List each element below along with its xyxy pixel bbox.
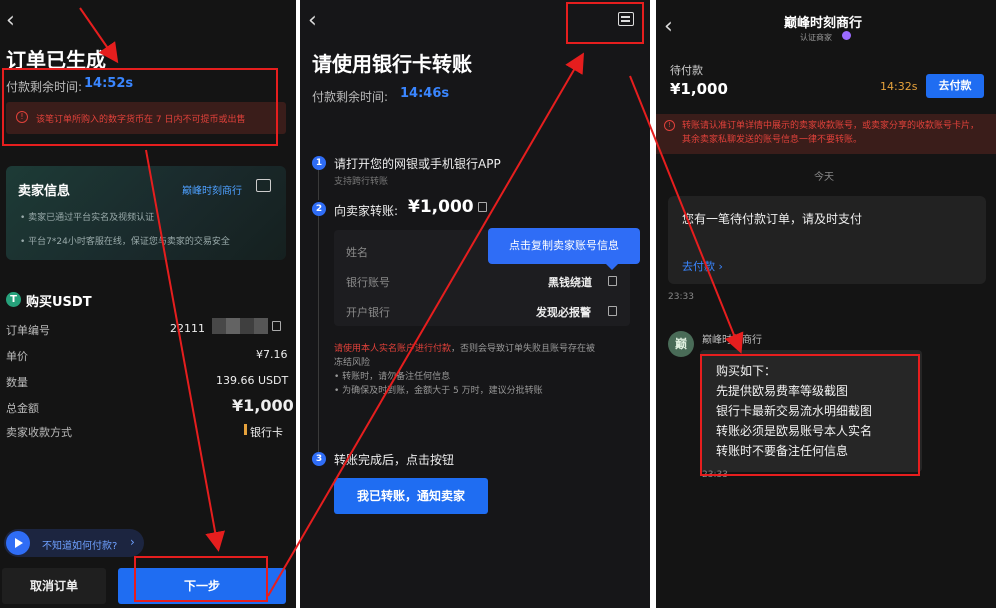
usdt-icon: T — [6, 292, 21, 307]
info-icon: ! — [664, 120, 675, 131]
timer-value: 14:52s — [84, 76, 134, 91]
pending-label: 待付款 — [670, 64, 703, 77]
day-divider: 今天 — [814, 172, 834, 183]
warning-banner: ! 转账请认准订单详情中展示的卖家收款账号，或卖家分享的收款账号卡片，其余卖家私… — [656, 114, 996, 154]
warning-banner: ! 该笔订单所购入的数字货币在 7 日内不可提币或出售 — [6, 102, 286, 134]
timer-value: 14:46s — [400, 86, 450, 101]
help-text: 不知道如何付款? — [42, 541, 118, 552]
pending-timer: 14:32s — [880, 80, 918, 93]
card-text: 您有一笔待付款订单，请及时支付 — [682, 212, 863, 226]
page-title: 订单已生成 — [6, 48, 106, 72]
row-label: 单价 — [6, 350, 28, 363]
merchant-subtitle: 认证商家 — [800, 33, 832, 42]
info-icon: ! — [16, 111, 28, 123]
bubble-line: 转账时不要备注任何信息 — [716, 444, 849, 458]
bubble-line: 银行卡最新交易流水明细截图 — [716, 404, 873, 418]
merchant-name: 巅峰时刻商行 — [784, 16, 863, 31]
copy-tooltip[interactable]: 点击复制卖家账号信息 — [488, 228, 640, 270]
bubble-line: 购买如下： — [716, 364, 777, 378]
warning-text: 该笔订单所购入的数字货币在 7 日内不可提币或出售 — [36, 115, 246, 125]
step-title: 向卖家转账: — [334, 204, 399, 218]
card-pay-link[interactable]: 去付款 › — [682, 258, 723, 274]
panel-bank-transfer: ‹ 请使用银行卡转账 付款剩余时间: 14:46s 1 请打开您的网银或手机银行… — [300, 0, 650, 608]
chat-bubble: 购买如下： 先提供欧易费率等级截图 银行卡最新交易流水明细截图 转账必须是欧易账… — [700, 350, 922, 472]
row-label: 卖家收款方式 — [6, 426, 72, 439]
message-time: 23:33 — [668, 292, 694, 302]
next-step-button[interactable]: 下一步 — [118, 568, 286, 604]
go-pay-button[interactable]: 去付款 — [926, 74, 984, 98]
panel-chat: ‹ 巅峰时刻商行 认证商家 待付款 ¥1,000 14:32s 去付款 ! 转账… — [656, 0, 996, 608]
bank-account-value: 黑钱绕道 — [548, 276, 592, 289]
avatar: 巅 — [668, 331, 694, 357]
timer-label: 付款剩余时间: — [312, 90, 389, 104]
copy-icon[interactable] — [272, 321, 281, 331]
order-number: 22111 — [170, 322, 205, 335]
step-title: 转账完成后，点击按钮 — [334, 453, 455, 467]
notify-seller-button[interactable]: 我已转账，通知卖家 — [334, 478, 488, 514]
chevron-right-icon: › — [130, 535, 135, 549]
seller-bullet: • 卖家已通过平台实名及视频认证 — [20, 213, 155, 223]
field-label: 开户银行 — [346, 306, 390, 319]
step-connector — [318, 170, 319, 200]
help-pill[interactable]: 不知道如何付款? › — [4, 529, 144, 557]
row-label: 数量 — [6, 376, 28, 389]
row-value: ¥7.16 — [256, 348, 288, 361]
step-number: 1 — [312, 156, 326, 170]
total-amount: ¥1,000 — [232, 396, 294, 415]
row-label: 订单编号 — [6, 324, 50, 337]
verified-icon — [842, 31, 851, 40]
panel-order-created: ‹ 订单已生成 付款剩余时间: 14:52s ! 该笔订单所购入的数字货币在 7… — [0, 0, 296, 608]
seller-info-card: 卖家信息 巅峰时刻商行 • 卖家已通过平台实名及视频认证 • 平台7*24小时客… — [6, 166, 286, 260]
copy-icon[interactable] — [478, 202, 487, 212]
cancel-order-button[interactable]: 取消订单 — [2, 568, 106, 604]
copy-icon[interactable] — [608, 306, 617, 316]
transfer-amount: ¥1,000 — [408, 197, 474, 217]
seller-bullet: • 平台7*24小时客服在线，保证您与卖家的交易安全 — [20, 237, 230, 247]
step-number: 2 — [312, 202, 326, 216]
back-icon[interactable]: ‹ — [664, 16, 673, 38]
step-subtitle: 支持跨行转账 — [334, 177, 389, 187]
seller-name-link[interactable]: 巅峰时刻商行 — [182, 182, 242, 197]
row-value: 银行卡 — [250, 426, 283, 439]
back-icon[interactable]: ‹ — [308, 10, 317, 32]
warning-text: 转账请认准订单详情中展示的卖家收款账号，或卖家分享的收款账号卡片，其余卖家私聊发… — [682, 121, 980, 145]
step-title: 请打开您的网银或手机银行APP — [334, 157, 501, 171]
timer-label: 付款剩余时间: — [6, 80, 83, 94]
back-icon[interactable]: ‹ — [6, 10, 15, 32]
bubble-line: 先提供欧易费率等级截图 — [716, 384, 849, 398]
step-number: 3 — [312, 452, 326, 466]
redacted-block — [212, 318, 268, 334]
payment-tag-icon — [244, 424, 247, 435]
row-value: 139.66 USDT — [216, 374, 289, 387]
copy-icon[interactable] — [608, 276, 617, 286]
buy-title: 购买USDT — [26, 295, 92, 310]
chat-icon[interactable] — [618, 12, 634, 26]
step-connector — [318, 216, 319, 452]
field-label: 银行账号 — [346, 276, 390, 289]
chat-icon[interactable] — [256, 179, 271, 192]
seller-info-heading: 卖家信息 — [18, 184, 71, 199]
field-label: 姓名 — [346, 246, 368, 259]
bubble-line: 转账必须是欧易账号本人实名 — [716, 424, 873, 438]
note-highlight: 请使用本人实名账户进行付款 — [334, 344, 452, 354]
message-time: 23:33 — [702, 470, 728, 480]
pending-amount: ¥1,000 — [670, 80, 728, 98]
sender-name: 巅峰时刻商行 — [702, 335, 762, 346]
note-text: • 为确保及时到账，金额大于 5 万时，建议分批转账 — [334, 386, 543, 396]
transfer-notes: 请使用本人实名账户进行付款，否则会导致订单失败且账号存在被冻结风险 • 转账时，… — [334, 342, 604, 398]
pending-order-card[interactable]: 您有一笔待付款订单，请及时支付 去付款 › — [668, 196, 986, 284]
note-text: • 转账时，请勿备注任何信息 — [334, 372, 451, 382]
page-title: 请使用银行卡转账 — [312, 52, 472, 76]
row-label: 总金额 — [6, 402, 39, 415]
play-icon — [6, 531, 30, 555]
bank-name-value: 发现必报警 — [536, 306, 591, 319]
